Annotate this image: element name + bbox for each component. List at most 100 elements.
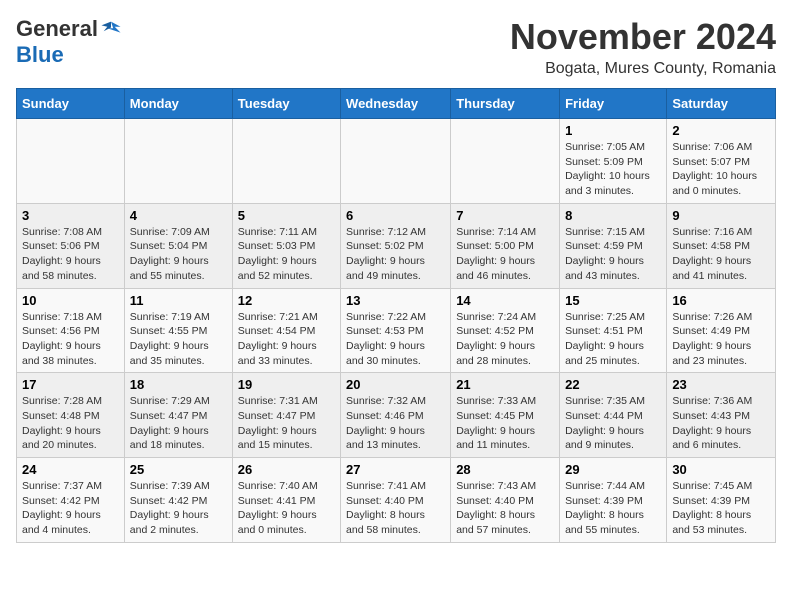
logo-general: General [16, 16, 98, 42]
day-info: Sunrise: 7:14 AM Sunset: 5:00 PM Dayligh… [456, 225, 554, 284]
day-cell: 12 Sunrise: 7:21 AM Sunset: 4:54 PM Dayli… [232, 288, 340, 373]
day-info: Sunrise: 7:32 AM Sunset: 4:46 PM Dayligh… [346, 394, 445, 453]
day-cell: 9 Sunrise: 7:16 AM Sunset: 4:58 PM Daylig… [667, 203, 776, 288]
day-cell [232, 119, 340, 204]
day-cell: 11 Sunrise: 7:19 AM Sunset: 4:55 PM Dayli… [124, 288, 232, 373]
day-number: 8 [565, 208, 661, 223]
week-row-1: 1 Sunrise: 7:05 AM Sunset: 5:09 PM Daylig… [17, 119, 776, 204]
logo-bird-icon [100, 18, 122, 40]
day-number: 22 [565, 377, 661, 392]
header-friday: Friday [560, 89, 667, 119]
header-monday: Monday [124, 89, 232, 119]
day-cell: 28 Sunrise: 7:43 AM Sunset: 4:40 PM Dayli… [451, 458, 560, 543]
day-info: Sunrise: 7:08 AM Sunset: 5:06 PM Dayligh… [22, 225, 119, 284]
day-number: 15 [565, 293, 661, 308]
week-row-4: 17Sunrise: 7:28 AM Sunset: 4:48 PM Dayli… [17, 373, 776, 458]
day-info: Sunrise: 7:36 AM Sunset: 4:43 PM Dayligh… [672, 394, 770, 453]
day-cell: 2 Sunrise: 7:06 AM Sunset: 5:07 PM Daylig… [667, 119, 776, 204]
day-info: Sunrise: 7:28 AM Sunset: 4:48 PM Dayligh… [22, 394, 119, 453]
day-info: Sunrise: 7:41 AM Sunset: 4:40 PM Dayligh… [346, 479, 445, 538]
day-cell: 19 Sunrise: 7:31 AM Sunset: 4:47 PM Dayli… [232, 373, 340, 458]
day-number: 25 [130, 462, 227, 477]
day-info: Sunrise: 7:11 AM Sunset: 5:03 PM Dayligh… [238, 225, 335, 284]
day-info: Sunrise: 7:21 AM Sunset: 4:54 PM Dayligh… [238, 310, 335, 369]
day-cell [451, 119, 560, 204]
day-cell: 10 Sunrise: 7:18 AM Sunset: 4:56 PM Dayli… [17, 288, 125, 373]
week-row-2: 3 Sunrise: 7:08 AM Sunset: 5:06 PM Daylig… [17, 203, 776, 288]
day-info: Sunrise: 7:45 AM Sunset: 4:39 PM Dayligh… [672, 479, 770, 538]
logo: General Blue [16, 16, 122, 68]
day-cell: 6 Sunrise: 7:12 AM Sunset: 5:02 PM Daylig… [341, 203, 451, 288]
day-cell: 1 Sunrise: 7:05 AM Sunset: 5:09 PM Daylig… [560, 119, 667, 204]
day-cell: 16 Sunrise: 7:26 AM Sunset: 4:49 PM Dayli… [667, 288, 776, 373]
day-number: 6 [346, 208, 445, 223]
day-cell: 7 Sunrise: 7:14 AM Sunset: 5:00 PM Daylig… [451, 203, 560, 288]
day-info: Sunrise: 7:31 AM Sunset: 4:47 PM Dayligh… [238, 394, 335, 453]
day-number: 1 [565, 123, 661, 138]
day-info: Sunrise: 7:18 AM Sunset: 4:56 PM Dayligh… [22, 310, 119, 369]
day-cell: 22Sunrise: 7:35 AM Sunset: 4:44 PM Dayli… [560, 373, 667, 458]
day-number: 10 [22, 293, 119, 308]
day-cell: 20Sunrise: 7:32 AM Sunset: 4:46 PM Dayli… [341, 373, 451, 458]
day-cell: 5 Sunrise: 7:11 AM Sunset: 5:03 PM Daylig… [232, 203, 340, 288]
day-number: 30 [672, 462, 770, 477]
logo-blue-text: Blue [16, 42, 64, 68]
header-wednesday: Wednesday [341, 89, 451, 119]
day-number: 13 [346, 293, 445, 308]
day-info: Sunrise: 7:33 AM Sunset: 4:45 PM Dayligh… [456, 394, 554, 453]
day-cell: 30 Sunrise: 7:45 AM Sunset: 4:39 PM Dayli… [667, 458, 776, 543]
day-info: Sunrise: 7:06 AM Sunset: 5:07 PM Dayligh… [672, 140, 770, 199]
day-cell [17, 119, 125, 204]
day-number: 24 [22, 462, 119, 477]
day-number: 12 [238, 293, 335, 308]
day-info: Sunrise: 7:15 AM Sunset: 4:59 PM Dayligh… [565, 225, 661, 284]
day-cell [341, 119, 451, 204]
day-number: 21 [456, 377, 554, 392]
day-info: Sunrise: 7:05 AM Sunset: 5:09 PM Dayligh… [565, 140, 661, 199]
day-info: Sunrise: 7:29 AM Sunset: 4:47 PM Dayligh… [130, 394, 227, 453]
day-cell: 27Sunrise: 7:41 AM Sunset: 4:40 PM Dayli… [341, 458, 451, 543]
day-number: 4 [130, 208, 227, 223]
day-number: 23 [672, 377, 770, 392]
day-info: Sunrise: 7:19 AM Sunset: 4:55 PM Dayligh… [130, 310, 227, 369]
day-number: 14 [456, 293, 554, 308]
calendar-header: Sunday Monday Tuesday Wednesday Thursday… [17, 89, 776, 119]
day-cell: 25 Sunrise: 7:39 AM Sunset: 4:42 PM Dayli… [124, 458, 232, 543]
day-info: Sunrise: 7:22 AM Sunset: 4:53 PM Dayligh… [346, 310, 445, 369]
day-info: Sunrise: 7:24 AM Sunset: 4:52 PM Dayligh… [456, 310, 554, 369]
day-info: Sunrise: 7:39 AM Sunset: 4:42 PM Dayligh… [130, 479, 227, 538]
title-block: November 2024 Bogata, Mures County, Roma… [510, 16, 776, 78]
day-cell: 29Sunrise: 7:44 AM Sunset: 4:39 PM Dayli… [560, 458, 667, 543]
header-saturday: Saturday [667, 89, 776, 119]
day-cell: 18Sunrise: 7:29 AM Sunset: 4:47 PM Dayli… [124, 373, 232, 458]
day-number: 9 [672, 208, 770, 223]
day-number: 28 [456, 462, 554, 477]
day-cell: 13 Sunrise: 7:22 AM Sunset: 4:53 PM Dayli… [341, 288, 451, 373]
day-cell: 17Sunrise: 7:28 AM Sunset: 4:48 PM Dayli… [17, 373, 125, 458]
page-header: General Blue November 2024 Bogata, Mures… [16, 16, 776, 78]
location: Bogata, Mures County, Romania [510, 60, 776, 78]
day-info: Sunrise: 7:25 AM Sunset: 4:51 PM Dayligh… [565, 310, 661, 369]
header-row: Sunday Monday Tuesday Wednesday Thursday… [17, 89, 776, 119]
day-cell: 24 Sunrise: 7:37 AM Sunset: 4:42 PM Dayli… [17, 458, 125, 543]
day-number: 19 [238, 377, 335, 392]
day-number: 5 [238, 208, 335, 223]
header-thursday: Thursday [451, 89, 560, 119]
day-cell: 4Sunrise: 7:09 AM Sunset: 5:04 PM Daylig… [124, 203, 232, 288]
day-info: Sunrise: 7:40 AM Sunset: 4:41 PM Dayligh… [238, 479, 335, 538]
month-title: November 2024 [510, 16, 776, 58]
day-info: Sunrise: 7:16 AM Sunset: 4:58 PM Dayligh… [672, 225, 770, 284]
day-info: Sunrise: 7:26 AM Sunset: 4:49 PM Dayligh… [672, 310, 770, 369]
calendar-body: 1 Sunrise: 7:05 AM Sunset: 5:09 PM Daylig… [17, 119, 776, 543]
day-number: 16 [672, 293, 770, 308]
day-number: 3 [22, 208, 119, 223]
header-sunday: Sunday [17, 89, 125, 119]
day-info: Sunrise: 7:12 AM Sunset: 5:02 PM Dayligh… [346, 225, 445, 284]
week-row-3: 10 Sunrise: 7:18 AM Sunset: 4:56 PM Dayli… [17, 288, 776, 373]
day-info: Sunrise: 7:37 AM Sunset: 4:42 PM Dayligh… [22, 479, 119, 538]
day-info: Sunrise: 7:43 AM Sunset: 4:40 PM Dayligh… [456, 479, 554, 538]
day-cell: 26Sunrise: 7:40 AM Sunset: 4:41 PM Dayli… [232, 458, 340, 543]
day-number: 2 [672, 123, 770, 138]
day-number: 7 [456, 208, 554, 223]
day-number: 11 [130, 293, 227, 308]
